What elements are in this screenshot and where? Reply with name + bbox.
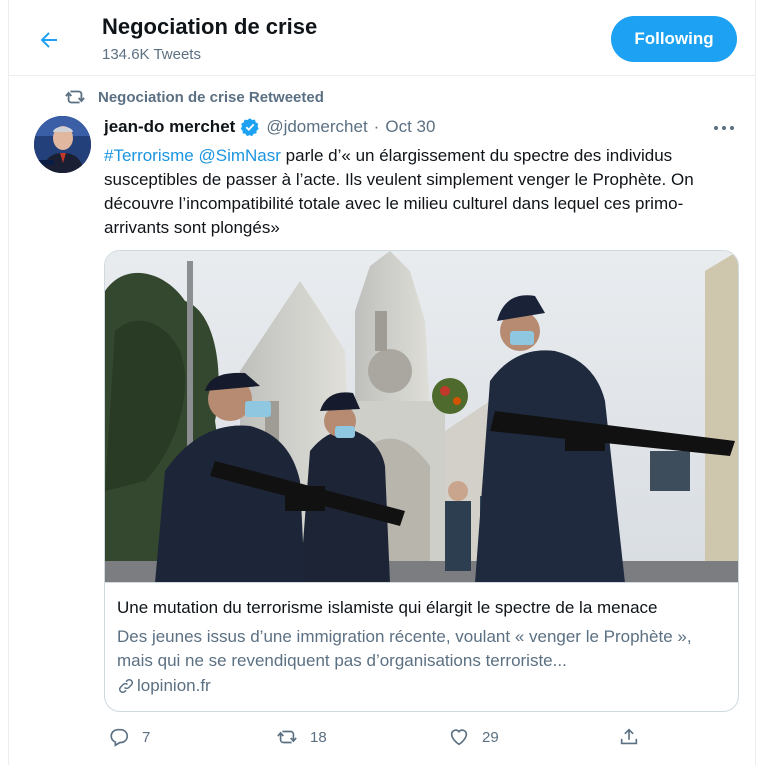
card-title: Une mutation du terrorisme islamiste qui… bbox=[117, 598, 658, 617]
retweet-icon bbox=[277, 730, 297, 744]
like-count: 29 bbox=[482, 728, 499, 746]
share-icon bbox=[620, 728, 638, 745]
retweet-notice: Negociation de crise Retweeted bbox=[64, 86, 324, 108]
following-button[interactable]: Following bbox=[611, 16, 737, 62]
timeline-column: Negociation de crise 134.6K Tweets Follo… bbox=[8, 0, 756, 765]
more-icon[interactable] bbox=[711, 118, 737, 138]
link-icon bbox=[118, 678, 134, 694]
tweet-count: 134.6K Tweets bbox=[102, 46, 201, 63]
author-name[interactable]: jean-do merchet bbox=[104, 117, 235, 137]
reply-icon bbox=[110, 728, 129, 747]
tweet-text: #Terrorisme @SimNasr parle d’« un élargi… bbox=[104, 144, 744, 240]
profile-header: Negociation de crise 134.6K Tweets Follo… bbox=[9, 0, 755, 76]
link-card[interactable]: Une mutation du terrorisme islamiste qui… bbox=[104, 250, 739, 712]
retweet-notice-label[interactable]: Negociation de crise Retweeted bbox=[98, 89, 324, 106]
tweet-header: jean-do merchet @jdomerchet · Oct 30 bbox=[104, 116, 435, 138]
retweet-count: 18 bbox=[310, 728, 327, 746]
card-domain-label: lopinion.fr bbox=[137, 676, 211, 695]
reply-count: 7 bbox=[142, 728, 151, 746]
retweet-icon bbox=[65, 90, 85, 104]
card-domain: lopinion.fr bbox=[117, 676, 211, 696]
reply-button[interactable]: 7 bbox=[108, 724, 150, 750]
card-image bbox=[105, 251, 738, 583]
hashtag-link[interactable]: #Terrorisme bbox=[104, 146, 194, 165]
tweet-date[interactable]: Oct 30 bbox=[385, 117, 435, 137]
verified-badge-icon bbox=[241, 118, 260, 137]
like-icon bbox=[450, 729, 468, 746]
avatar[interactable] bbox=[34, 116, 91, 173]
profile-title: Negociation de crise bbox=[102, 14, 318, 39]
retweet-button[interactable]: 18 bbox=[276, 724, 327, 750]
author-handle[interactable]: @jdomerchet bbox=[266, 117, 367, 137]
like-button[interactable]: 29 bbox=[448, 724, 499, 750]
share-button[interactable] bbox=[618, 724, 640, 750]
back-arrow-icon[interactable] bbox=[33, 24, 65, 56]
card-description: Des jeunes issus d’une immigration récen… bbox=[117, 627, 692, 670]
separator-dot: · bbox=[373, 117, 380, 136]
mention-link[interactable]: @SimNasr bbox=[198, 146, 280, 165]
tweet-actions: 7 18 29 bbox=[104, 724, 644, 750]
